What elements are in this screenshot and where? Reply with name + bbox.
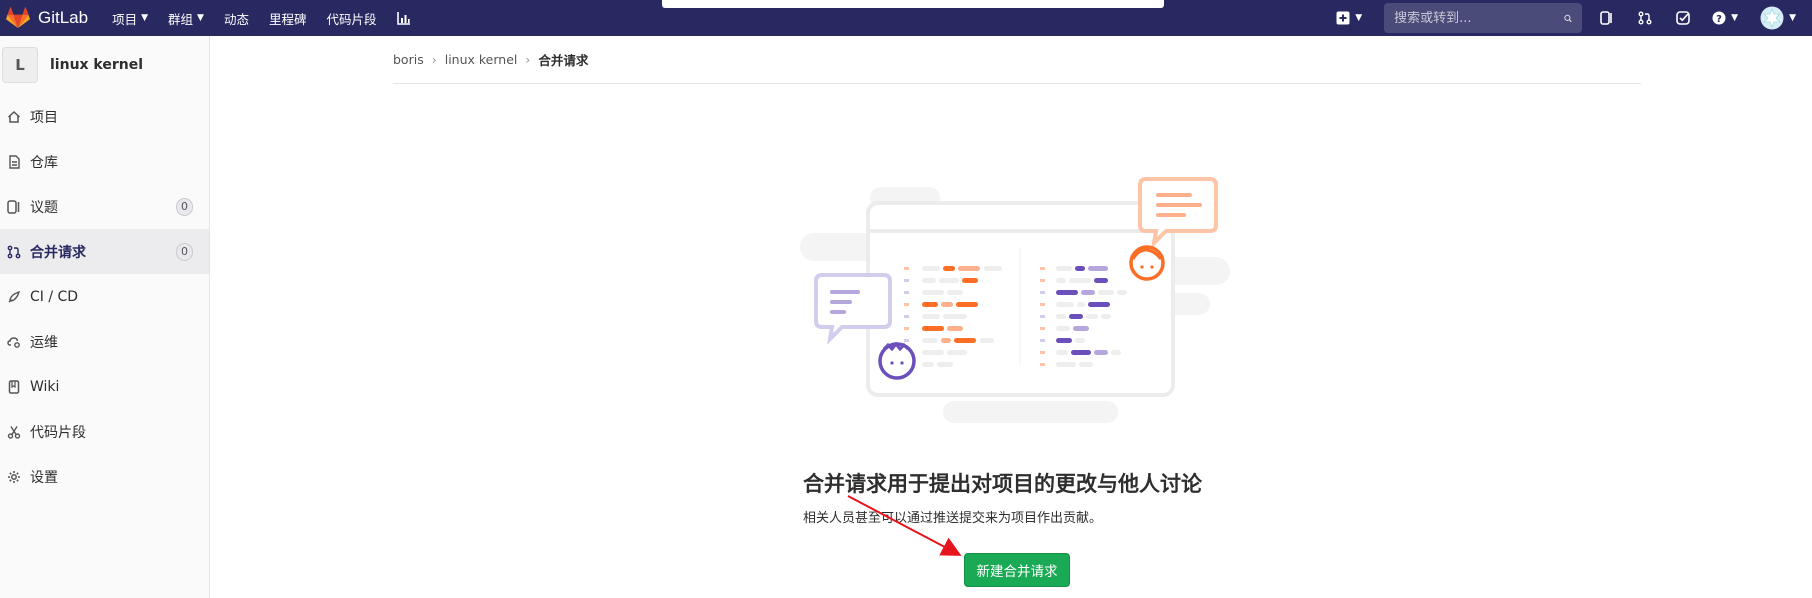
project-header[interactable]: L linux kernel xyxy=(0,36,209,94)
todo-issues-link[interactable] xyxy=(1600,11,1614,25)
sidebar-item-label: CI / CD xyxy=(30,288,79,305)
issues-icon xyxy=(6,199,22,215)
sidebar-item-wiki[interactable]: Wiki xyxy=(0,364,209,409)
search-icon xyxy=(1564,14,1572,22)
gitlab-logo-icon xyxy=(6,7,30,28)
merge-requests-empty-illustration xyxy=(800,177,1230,423)
sidebar-item-merge-requests[interactable]: 合并请求 0 xyxy=(0,229,209,274)
sidebar-item-label: 代码片段 xyxy=(30,424,86,441)
user-menu[interactable]: ▼ xyxy=(1760,6,1796,30)
sidebar-item-label: 设置 xyxy=(30,469,58,486)
sidebar-item-label: 仓库 xyxy=(30,154,58,171)
issues-count-badge: 0 xyxy=(176,197,193,216)
nav-projects[interactable]: 项目 ▼ xyxy=(112,9,148,28)
sidebar-item-label: Wiki xyxy=(30,378,60,395)
breadcrumb-item-boris[interactable]: boris xyxy=(393,52,424,67)
rocket-icon xyxy=(6,289,22,305)
search-box[interactable] xyxy=(1384,3,1583,33)
chart-icon xyxy=(396,12,410,25)
todos-link[interactable] xyxy=(1676,11,1690,25)
nav-groups[interactable]: 群组 ▼ xyxy=(168,9,204,28)
chevron-down-icon: ▼ xyxy=(1355,13,1363,23)
chevron-down-icon: ▼ xyxy=(1789,13,1796,23)
nav-milestones[interactable]: 里程碑 xyxy=(269,9,307,28)
project-avatar: L xyxy=(2,47,38,83)
breadcrumb-item-project[interactable]: linux kernel xyxy=(445,52,518,67)
sidebar-item-repository[interactable]: 仓库 xyxy=(0,139,209,184)
breadcrumb-item-current[interactable]: 合并请求 xyxy=(538,50,588,69)
project-sidebar: L linux kernel 项目 仓库 议题 0 合并请求 0 CI / CD… xyxy=(0,36,210,598)
brand-name: GitLab xyxy=(38,8,89,27)
merge-requests-count-badge: 0 xyxy=(176,242,193,261)
sidebar-item-label: 运维 xyxy=(30,334,58,351)
nav-snippets-label: 代码片段 xyxy=(326,11,377,27)
home-icon xyxy=(6,109,22,125)
top-navbar: GitLab 项目 ▼ 群组 ▼ 动态 里程碑 代码片段 ▼ 搜索或转到... … xyxy=(0,0,1812,36)
nav-snippets[interactable]: 代码片段 xyxy=(327,9,377,28)
gitlab-home-link[interactable]: GitLab xyxy=(0,0,88,36)
merge-requests-link[interactable] xyxy=(1638,11,1652,25)
chevron-down-icon: ▼ xyxy=(141,13,149,23)
top-overlay-box xyxy=(662,0,1164,8)
question-icon: ? xyxy=(1712,11,1726,25)
cloud-gear-icon xyxy=(6,334,22,350)
svg-text:?: ? xyxy=(1716,14,1722,25)
book-icon xyxy=(6,379,22,395)
nav-analytics[interactable] xyxy=(396,11,411,25)
sidebar-item-settings[interactable]: 设置 xyxy=(0,454,209,499)
breadcrumb-chevron-icon: › xyxy=(525,52,531,67)
nav-activity[interactable]: 动态 xyxy=(224,9,249,28)
nav-groups-label: 群组 xyxy=(168,11,194,27)
project-name: linux kernel xyxy=(50,57,144,73)
sidebar-item-project[interactable]: 项目 xyxy=(0,94,209,139)
search-input[interactable] xyxy=(1394,10,1565,26)
chevron-down-icon: ▼ xyxy=(1731,13,1739,23)
help-dropdown[interactable]: ? ▼ xyxy=(1712,11,1738,25)
scissors-icon xyxy=(6,424,22,440)
new-item-dropdown[interactable]: ▼ xyxy=(1336,11,1362,25)
sidebar-item-label: 项目 xyxy=(30,109,58,126)
breadcrumb: boris › linux kernel › 合并请求 xyxy=(393,36,1641,84)
chevron-down-icon: ▼ xyxy=(197,13,204,23)
annotation-arrow-icon xyxy=(847,495,962,556)
plus-square-icon xyxy=(1336,11,1350,25)
doc-icon xyxy=(6,154,22,170)
merge-request-icon xyxy=(6,244,22,260)
gear-icon xyxy=(6,469,22,485)
nav-milestones-label: 里程碑 xyxy=(268,11,307,27)
avatar xyxy=(1760,6,1784,30)
sidebar-item-issues[interactable]: 议题 0 xyxy=(0,184,209,229)
nav-projects-label: 项目 xyxy=(112,11,138,27)
sidebar-item-label: 合并请求 xyxy=(30,244,86,261)
todo-check-icon xyxy=(1676,11,1690,25)
merge-request-icon xyxy=(1638,11,1652,25)
nav-activity-label: 动态 xyxy=(223,11,249,27)
issues-icon xyxy=(1600,11,1612,25)
breadcrumb-chevron-icon: › xyxy=(431,52,437,67)
sidebar-item-ci-cd[interactable]: CI / CD xyxy=(0,274,209,319)
sidebar-item-operations[interactable]: 运维 xyxy=(0,319,209,364)
sidebar-item-label: 议题 xyxy=(30,199,58,216)
sidebar-item-snippets[interactable]: 代码片段 xyxy=(0,409,209,454)
